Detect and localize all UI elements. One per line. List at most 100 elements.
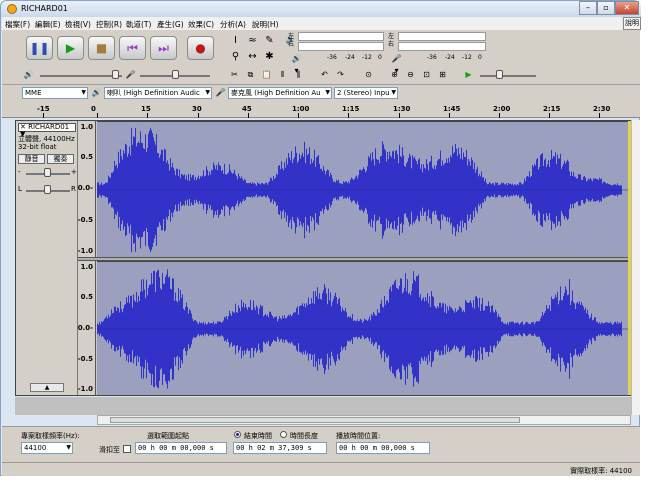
play-at-speed-icon[interactable]: ▶ — [462, 69, 475, 81]
menu-bar: 檔案(F) 編輯(E) 檢視(V) 控制(R) 軌道(T) 產生(G) 效果(C… — [2, 17, 622, 30]
meter-right-label: 右 — [288, 41, 295, 48]
record-meter-right[interactable] — [398, 42, 486, 51]
horizontal-scrollbar[interactable] — [97, 415, 631, 425]
solo-button[interactable]: 獨奏 — [47, 154, 74, 164]
input-channels-value: 2 (Stereo) Inpu — [337, 89, 390, 97]
empty-track-area[interactable] — [15, 397, 631, 415]
ruler-tick-label: 2:15 — [543, 105, 561, 113]
mute-button[interactable]: 靜音 — [18, 154, 45, 164]
end-time-label: 結束時間 — [244, 432, 272, 440]
record-icon: ● — [195, 41, 206, 55]
length-label: 時間長度 — [290, 432, 318, 440]
gain-slider[interactable] — [44, 168, 51, 177]
status-bar: 實際取樣率: 44100 — [2, 462, 640, 476]
ruler-tick-mark — [298, 113, 299, 118]
skip-end-button[interactable]: ⏭ — [150, 36, 177, 60]
silence-icon[interactable]: ⫼ — [292, 69, 305, 81]
undo-icon[interactable]: ↶ — [318, 69, 331, 81]
input-device-select[interactable]: 麥克風 (High Definition Au ▼ — [228, 87, 332, 99]
snap-to-checkbox[interactable] — [123, 445, 131, 453]
output-device-select[interactable]: 喇叭 (High Definition Audic ▼ — [104, 87, 212, 99]
menu-help[interactable]: 說明(H) — [252, 19, 279, 30]
toolbar: ❚❚ ▶ ■ ⏮ ⏭ ● I ≈ ✎ ⚲ ↔ ✱ 🔊 左 右 🔊▾ -36 -2… — [2, 30, 640, 85]
end-time-radio[interactable] — [234, 431, 241, 438]
maximize-button[interactable]: ▫ — [597, 1, 615, 15]
draw-tool-icon[interactable]: ✎ — [262, 34, 277, 48]
minimize-button[interactable]: – — [579, 1, 597, 15]
ruler-tick-mark — [147, 113, 148, 118]
pan-slider[interactable] — [44, 185, 51, 194]
output-volume-track[interactable] — [40, 75, 122, 77]
audio-host-select[interactable]: MME ▼ — [22, 87, 88, 99]
skip-start-button[interactable]: ⏮ — [119, 36, 146, 60]
envelope-tool-icon[interactable]: ≈ — [245, 34, 260, 48]
play-button[interactable]: ▶ — [57, 36, 84, 60]
vertical-scrollbar[interactable] — [631, 120, 640, 415]
chevron-down-icon: ▼ — [81, 89, 86, 96]
input-volume-slider[interactable] — [172, 70, 179, 79]
cut-icon[interactable]: ✂ — [228, 69, 241, 81]
ruler-tick-mark — [43, 113, 44, 118]
selection-start-label: 選取範圍起點 — [147, 432, 189, 440]
fit-project-icon[interactable]: ⊞ — [436, 69, 449, 81]
length-radio[interactable] — [280, 431, 287, 438]
waveform-right-channel[interactable] — [97, 261, 631, 395]
pause-button[interactable]: ❚❚ — [26, 36, 53, 60]
playback-meter-left[interactable] — [298, 32, 384, 41]
ruler-tick-mark — [599, 113, 600, 118]
output-volume-slider[interactable] — [112, 70, 119, 79]
timeline-ruler[interactable]: -15 0 15 30 45 1:00 1:15 1:30 1:45 2:00 2:15 2:30 — [2, 101, 640, 118]
audio-position-time[interactable]: 00 h 00 m 00,000 s — [336, 442, 430, 454]
collapse-track-button[interactable]: ▲ — [30, 383, 64, 392]
copy-icon[interactable]: ⧉ — [244, 69, 257, 81]
audio-position-label: 播放時間位置: — [336, 432, 381, 440]
input-volume-icon: 🎤 — [125, 70, 136, 79]
meter-scale: -24 — [345, 54, 355, 61]
selection-tool-icon[interactable]: I — [228, 34, 243, 48]
multi-tool-icon[interactable]: ✱ — [262, 50, 277, 64]
input-channels-select[interactable]: 2 (Stereo) Inpu ▼ — [334, 87, 398, 99]
chevron-down-icon: ▼ — [391, 89, 396, 96]
menu-generate[interactable]: 產生(G) — [157, 19, 184, 30]
trim-icon[interactable]: ⫴ — [276, 69, 289, 81]
timeshift-tool-icon[interactable]: ↔ — [245, 50, 260, 64]
snap-to-label: 滑扣至 — [99, 446, 120, 454]
menu-file[interactable]: 檔案(F) — [5, 19, 30, 30]
sync-lock-icon[interactable]: ⊙ — [362, 69, 375, 81]
record-button[interactable]: ● — [187, 36, 214, 60]
device-toolbar: MME ▼ 🔊 喇叭 (High Definition Audic ▼ 🎤 麥克風 … — [2, 85, 640, 101]
stop-button[interactable]: ■ — [88, 36, 115, 60]
redo-icon[interactable]: ↷ — [334, 69, 347, 81]
menu-edit[interactable]: 編輯(E) — [35, 19, 61, 30]
zoom-tool-icon[interactable]: ⚲ — [228, 50, 243, 64]
play-speed-slider[interactable] — [496, 70, 503, 79]
rec-meter-scale: 0 — [478, 54, 482, 61]
axis-label: 0.0- — [77, 184, 93, 192]
zoom-in-icon[interactable]: ⊕ — [388, 69, 401, 81]
horizontal-scrollbar-thumb[interactable] — [110, 417, 520, 423]
record-meter-left[interactable] — [398, 32, 486, 41]
menu-transport[interactable]: 控制(R) — [96, 19, 122, 30]
rec-meter-right-label: 右 — [388, 41, 395, 48]
selection-start-time[interactable]: 00 h 00 m 00,000 s — [135, 442, 227, 454]
axis-label: -0.5 — [77, 355, 93, 363]
paste-icon[interactable]: 📋 — [260, 69, 273, 81]
ruler-tick-label: 45 — [242, 105, 252, 113]
close-button[interactable]: ✕ — [615, 1, 639, 15]
play-speed-track[interactable] — [480, 75, 536, 77]
zoom-out-icon[interactable]: ⊖ — [404, 69, 417, 81]
pan-left-label: L — [18, 185, 22, 193]
waveform-left-channel[interactable] — [97, 121, 631, 257]
project-rate-select[interactable]: 44100 ▼ — [21, 442, 73, 454]
playback-meter-right[interactable] — [298, 42, 384, 51]
record-meter-dropdown[interactable]: 🎤▾ — [390, 53, 403, 75]
menu-tracks[interactable]: 軌道(T) — [126, 19, 151, 30]
fit-selection-icon[interactable]: ⊡ — [420, 69, 433, 81]
playback-meter-dropdown[interactable]: 🔊▾ — [290, 53, 303, 75]
menu-analyze[interactable]: 分析(A) — [220, 19, 246, 30]
help-button[interactable]: 說明 — [623, 17, 641, 30]
menu-effect[interactable]: 效果(C) — [188, 19, 214, 30]
selection-end-time[interactable]: 00 h 02 m 37,309 s — [233, 442, 327, 454]
track-name-menu[interactable]: ✕ RICHARD01 ▼ — [18, 123, 76, 138]
menu-view[interactable]: 檢視(V) — [65, 19, 91, 30]
